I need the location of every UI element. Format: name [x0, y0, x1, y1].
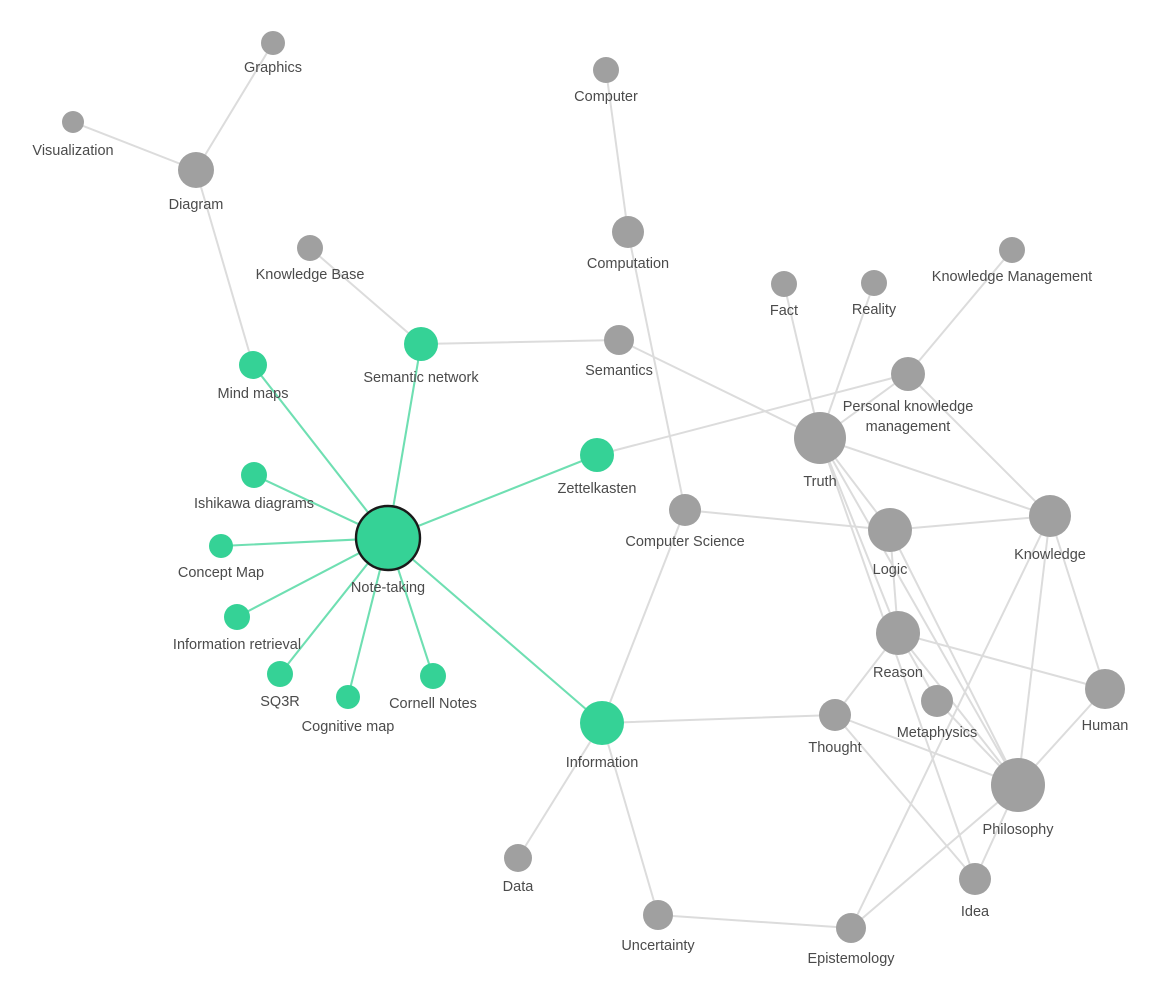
graph-edge — [420, 339, 620, 345]
graph-node-computer[interactable] — [593, 57, 619, 83]
graph-node-label-visualization: Visualization — [32, 143, 113, 159]
graph-node-thought[interactable] — [819, 699, 851, 731]
graph-node-label-diagram: Diagram — [169, 197, 224, 213]
graph-node-semantics[interactable] — [604, 325, 634, 355]
graph-node-label-computation: Computation — [587, 256, 669, 272]
graph-node-label-philosophy: Philosophy — [983, 822, 1055, 838]
graph-node-cognitive_map[interactable] — [336, 685, 360, 709]
graph-edge — [657, 914, 852, 929]
graph-node-truth[interactable] — [794, 412, 846, 464]
graph-node-fact[interactable] — [771, 271, 797, 297]
graph-node-label-semantic_network: Semantic network — [363, 370, 479, 386]
graph-edge — [907, 373, 1051, 517]
graph-node-semantic_network[interactable] — [404, 327, 438, 361]
graph-node-sq3r[interactable] — [267, 661, 293, 687]
graph-node-philosophy[interactable] — [991, 758, 1045, 812]
graph-node-label-computer: Computer — [574, 89, 638, 105]
graph-node-label-information: Information — [566, 755, 639, 771]
graph-node-zettelkasten[interactable] — [580, 438, 614, 472]
graph-node-label-logic: Logic — [873, 562, 908, 578]
graph-node-label-information_retrieval: Information retrieval — [173, 637, 301, 653]
graph-node-epistemology[interactable] — [836, 913, 866, 943]
graph-node-human[interactable] — [1085, 669, 1125, 709]
graph-node-label-mind_maps: Mind maps — [218, 386, 289, 402]
graph-node-idea[interactable] — [959, 863, 991, 895]
graph-node-information_retrieval[interactable] — [224, 604, 250, 630]
graph-node-label-computer_science: Computer Science — [625, 534, 744, 550]
graph-node-label-cognitive_map: Cognitive map — [302, 719, 395, 735]
graph-edge — [889, 515, 1051, 531]
graph-edge — [819, 437, 1051, 517]
graph-node-logic[interactable] — [868, 508, 912, 552]
graph-node-label-reality: Reality — [852, 302, 897, 318]
graph-node-label-reason: Reason — [873, 665, 923, 681]
graph-node-label-idea: Idea — [961, 904, 990, 920]
graph-node-label-epistemology: Epistemology — [807, 951, 895, 967]
graph-node-information[interactable] — [580, 701, 624, 745]
graph-node-computation[interactable] — [612, 216, 644, 248]
graph-node-uncertainty[interactable] — [643, 900, 673, 930]
graph-edge — [309, 247, 422, 345]
graph-node-label-knowledge_base: Knowledge Base — [256, 267, 365, 283]
graph-node-visualization[interactable] — [62, 111, 84, 133]
graph-node-label-knowledge: Knowledge — [1014, 547, 1086, 563]
graph-node-reality[interactable] — [861, 270, 887, 296]
graph-node-note_taking[interactable] — [354, 504, 422, 572]
graph-node-concept_map[interactable] — [209, 534, 233, 558]
graph-node-label-fact: Fact — [770, 303, 798, 319]
graph-node-label-cornell_notes: Cornell Notes — [389, 696, 477, 712]
graph-node-knowledge[interactable] — [1029, 495, 1071, 537]
graph-node-label-uncertainty: Uncertainty — [621, 938, 695, 954]
graph-edge — [517, 722, 603, 859]
graph-node-ishikawa[interactable] — [241, 462, 267, 488]
graph-node-label-concept_map: Concept Map — [178, 565, 264, 581]
graph-node-label-personal_km: Personal knowledge management — [843, 399, 974, 435]
graph-edge — [684, 509, 891, 531]
graph-node-label-ishikawa: Ishikawa diagrams — [194, 496, 314, 512]
graph-node-label-metaphysics: Metaphysics — [897, 725, 978, 741]
graph-node-computer_science[interactable] — [669, 494, 701, 526]
graph-edge — [601, 714, 836, 724]
graph-edge — [819, 437, 976, 880]
graph-node-label-knowledge_management: Knowledge Management — [932, 269, 1092, 285]
graph-edge — [850, 784, 1019, 929]
graph-node-reason[interactable] — [876, 611, 920, 655]
graph-node-personal_km[interactable] — [891, 357, 925, 391]
graph-node-graphics[interactable] — [261, 31, 285, 55]
graph-node-data[interactable] — [504, 844, 532, 872]
graph-node-knowledge_management[interactable] — [999, 237, 1025, 263]
graph-node-label-truth: Truth — [803, 474, 836, 490]
knowledge-graph-canvas[interactable]: Graphics Visualization Diagram Computer Know… — [0, 0, 1172, 1006]
graph-node-label-graphics: Graphics — [244, 60, 302, 76]
graph-edge — [1049, 515, 1106, 690]
graph-node-metaphysics[interactable] — [921, 685, 953, 717]
graph-edge — [601, 722, 659, 916]
graph-node-mind_maps[interactable] — [239, 351, 267, 379]
graph-node-label-thought: Thought — [808, 740, 861, 756]
graph-svg[interactable]: Graphics Visualization Diagram Computer Know… — [0, 0, 1172, 1006]
graph-node-label-zettelkasten: Zettelkasten — [558, 481, 637, 497]
graph-node-label-data: Data — [503, 879, 535, 895]
graph-node-label-human: Human — [1082, 718, 1129, 734]
graph-node-label-note_taking: Note-taking — [351, 580, 425, 596]
graph-node-label-semantics: Semantics — [585, 363, 653, 379]
graph-node-label-sq3r: SQ3R — [260, 694, 300, 710]
graph-edge — [897, 632, 1106, 690]
graph-node-diagram[interactable] — [178, 152, 214, 188]
graph-edge — [889, 529, 1019, 786]
graph-node-cornell_notes[interactable] — [420, 663, 446, 689]
graph-node-knowledge_base[interactable] — [297, 235, 323, 261]
